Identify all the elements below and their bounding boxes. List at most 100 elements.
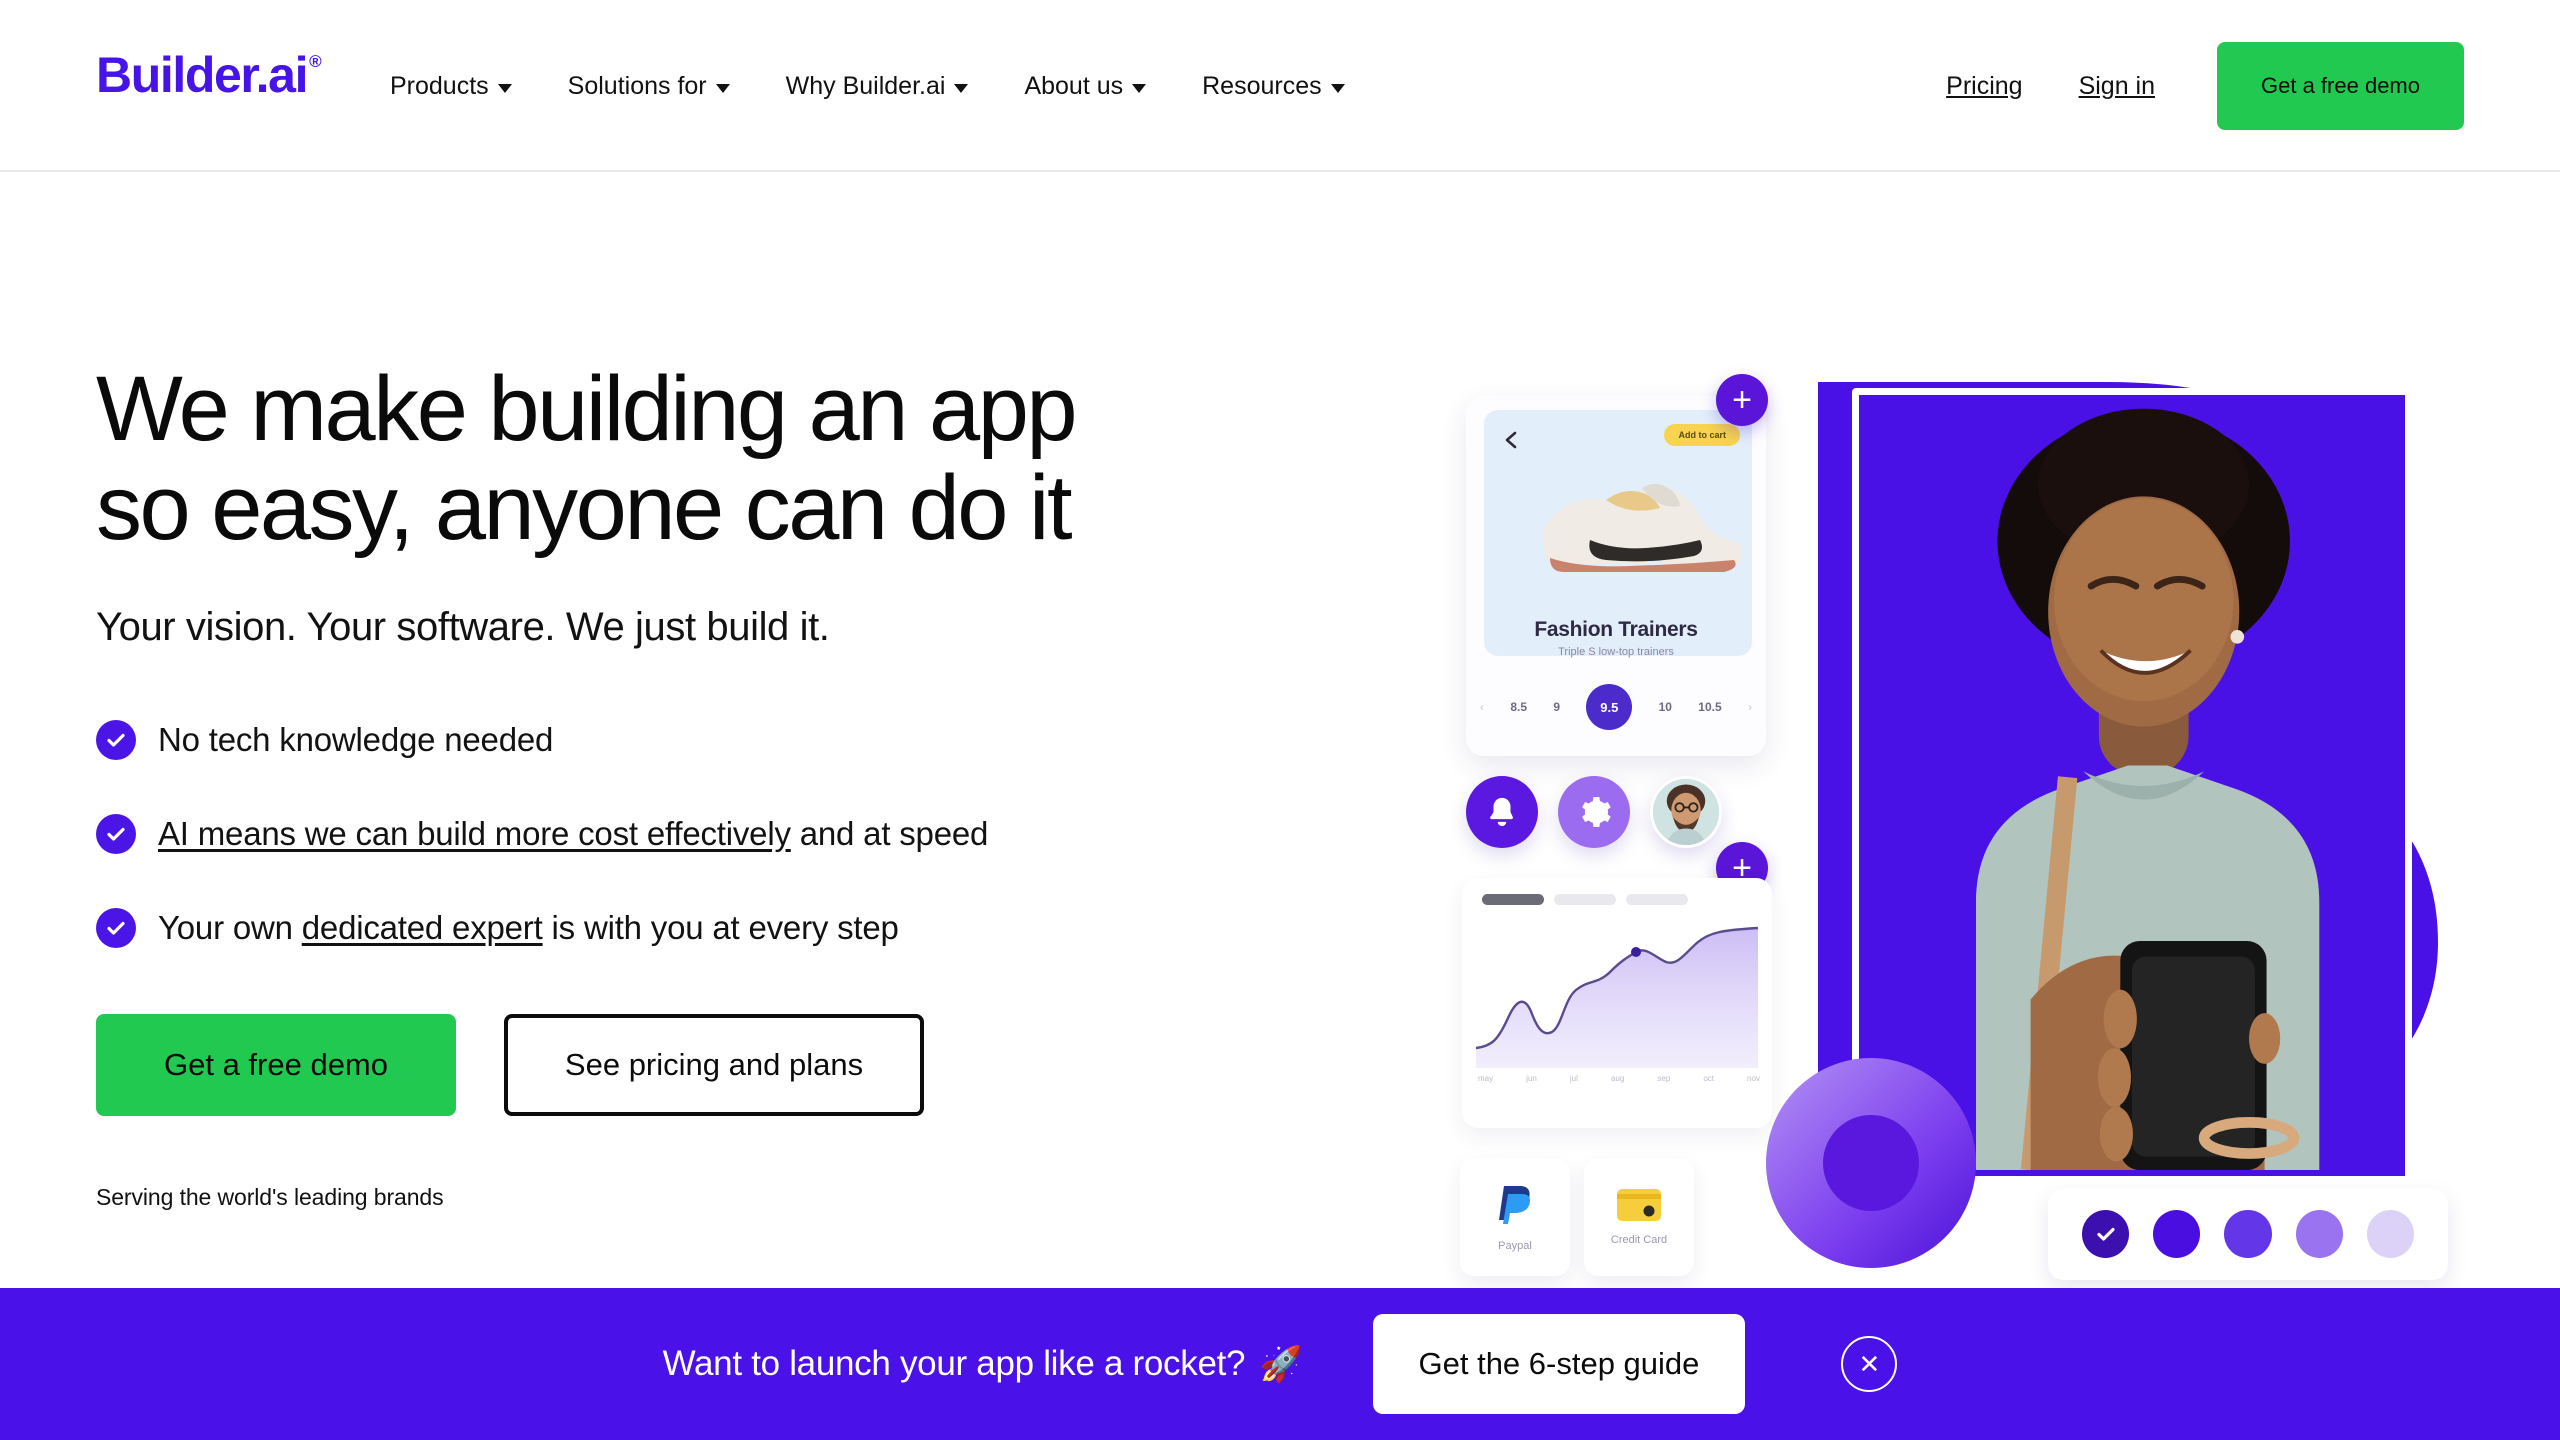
hero-cta-row: Get a free demo See pricing and plans: [96, 1013, 1396, 1116]
payment-label: Paypal: [1498, 1240, 1532, 1252]
size-option[interactable]: 10.5: [1698, 700, 1721, 714]
benefit-text-tail: is with you at every step: [542, 908, 899, 946]
app-icon-row: [1466, 776, 1722, 848]
logo[interactable]: Builder.ai ®: [96, 50, 322, 100]
nav-label: Why Builder.ai: [785, 71, 946, 100]
check-circle-icon: [96, 907, 136, 948]
sign-in-link[interactable]: Sign in: [2051, 72, 2183, 101]
avatar[interactable]: [1650, 776, 1722, 848]
benefit-text-tail: and at speed: [790, 814, 989, 852]
area-chart: [1475, 926, 1759, 1068]
nav-label: Resources: [1202, 71, 1322, 100]
add-to-cart-badge[interactable]: Add to cart: [1664, 424, 1740, 446]
promo-banner-message: Want to launch your app like a rocket?: [662, 1344, 1246, 1383]
list-item: Your own dedicated expert is with you at…: [96, 907, 1396, 948]
nav-item-solutions-for[interactable]: Solutions for: [540, 72, 758, 101]
sneaker-illustration: [1542, 484, 1742, 572]
nav-item-about-us[interactable]: About us: [996, 72, 1174, 101]
legend-bar: [1554, 894, 1616, 905]
size-selector: ‹ 8.5 9 9.5 10 10.5 ›: [1480, 684, 1752, 730]
header-actions: Pricing Sign in Get a free demo: [1918, 0, 2464, 172]
nav-item-why-builder-ai[interactable]: Why Builder.ai: [758, 72, 997, 101]
pricing-link[interactable]: Pricing: [1918, 72, 2050, 101]
color-swatch[interactable]: [2224, 1210, 2272, 1258]
size-option[interactable]: 8.5: [1510, 700, 1527, 714]
payment-option-credit-card[interactable]: Credit Card: [1584, 1158, 1694, 1276]
nav-item-resources[interactable]: Resources: [1174, 72, 1373, 101]
hero-get-demo-button[interactable]: Get a free demo: [96, 1013, 456, 1116]
promo-banner-cta-button[interactable]: Get the 6-step guide: [1372, 1314, 1746, 1414]
size-next[interactable]: ›: [1748, 700, 1752, 714]
payment-option-paypal[interactable]: Paypal: [1460, 1158, 1570, 1276]
color-swatch[interactable]: [2366, 1210, 2415, 1258]
customer-photo: [1852, 388, 2412, 1183]
chevron-down-icon: [954, 83, 969, 93]
product-title: Fashion Trainers: [1534, 618, 1698, 641]
decorative-ring: [1766, 1058, 1976, 1268]
back-arrow-icon[interactable]: [1500, 428, 1524, 452]
x-tick: nov: [1747, 1074, 1760, 1083]
size-option-selected[interactable]: 9.5: [1586, 684, 1633, 730]
benefit-link[interactable]: AI means we can build more cost effectiv…: [158, 815, 791, 852]
payment-methods: Paypal Credit Card: [1460, 1158, 1694, 1276]
nav-label: Solutions for: [567, 71, 707, 100]
benefit-link[interactable]: dedicated expert: [302, 909, 543, 946]
size-prev[interactable]: ‹: [1480, 700, 1484, 714]
hero-see-pricing-button[interactable]: See pricing and plans: [504, 1013, 924, 1116]
promo-banner: Want to launch your app like a rocket? 🚀…: [0, 1288, 2560, 1440]
x-tick: may: [1478, 1074, 1494, 1083]
logo-text: Builder.ai: [96, 47, 308, 103]
headline-line-2: so easy, anyone can do it: [96, 457, 1073, 560]
x-tick: oct: [1703, 1074, 1714, 1083]
nav-label: Products: [390, 71, 489, 100]
check-circle-icon: [96, 813, 136, 854]
credit-card-icon: [1617, 1189, 1661, 1221]
nav-label: About us: [1024, 71, 1124, 100]
page-title: We make building an app so easy, anyone …: [96, 358, 1346, 560]
chevron-down-icon: [715, 83, 730, 93]
payment-label: Credit Card: [1610, 1234, 1668, 1246]
legend-bar: [1626, 894, 1688, 905]
color-swatch-bar: [2048, 1188, 2448, 1280]
hero-illustration: Add to cart Fashion Trainers Triple S lo…: [1448, 368, 2488, 1293]
nav-item-products[interactable]: Products: [362, 72, 540, 101]
header-get-demo-button[interactable]: Get a free demo: [2217, 42, 2464, 130]
color-swatch-selected[interactable]: [2082, 1210, 2130, 1258]
benefit-text: Your own dedicated expert is with you at…: [158, 909, 899, 947]
x-tick: jul: [1569, 1074, 1578, 1083]
benefit-text-head: Your own: [158, 908, 302, 946]
analytics-chart-card: may jun jul aug sep oct nov: [1462, 878, 1772, 1128]
check-circle-icon: [96, 719, 136, 760]
chart-x-axis: may jun jul aug sep oct nov: [1478, 1074, 1760, 1083]
x-tick: jun: [1526, 1074, 1537, 1083]
size-option[interactable]: 10: [1659, 700, 1672, 714]
headline-line-1: We make building an app: [96, 358, 1078, 460]
list-item: AI means we can build more cost effectiv…: [96, 813, 1396, 854]
chevron-down-icon: [1330, 83, 1345, 93]
x-tick: sep: [1657, 1074, 1671, 1083]
product-subtitle: Triple S low-top trainers: [1558, 646, 1674, 658]
x-tick: aug: [1610, 1074, 1625, 1083]
primary-nav: Products Solutions for Why Builder.ai Ab…: [362, 0, 1373, 172]
person-illustration: [1859, 395, 2405, 1171]
legend-bar-active: [1482, 894, 1544, 905]
chevron-down-icon: [1132, 83, 1147, 93]
hero-content: We make building an app so easy, anyone …: [96, 358, 1396, 1211]
serving-brands-caption: Serving the world's leading brands: [96, 1183, 444, 1210]
close-icon[interactable]: ✕: [1841, 1336, 1898, 1392]
chart-legend: [1482, 894, 1688, 905]
gear-icon[interactable]: [1558, 776, 1630, 848]
benefit-text: No tech knowledge needed: [158, 720, 554, 758]
benefit-text: AI means we can build more cost effectiv…: [158, 815, 988, 853]
hero-subheading: Your vision. Your software. We just buil…: [96, 604, 830, 649]
product-card[interactable]: Add to cart Fashion Trainers Triple S lo…: [1466, 396, 1766, 756]
promo-banner-text: Want to launch your app like a rocket? 🚀: [663, 1344, 1303, 1385]
color-swatch[interactable]: [2295, 1210, 2343, 1258]
color-swatch[interactable]: [2153, 1210, 2201, 1258]
add-plus-icon[interactable]: +: [1716, 374, 1768, 426]
registered-trademark-icon: ®: [309, 52, 322, 71]
size-option[interactable]: 9: [1553, 700, 1560, 714]
check-icon: [2096, 1227, 2115, 1241]
notification-bell-icon[interactable]: [1466, 776, 1538, 848]
list-item: No tech knowledge needed: [96, 719, 1396, 760]
